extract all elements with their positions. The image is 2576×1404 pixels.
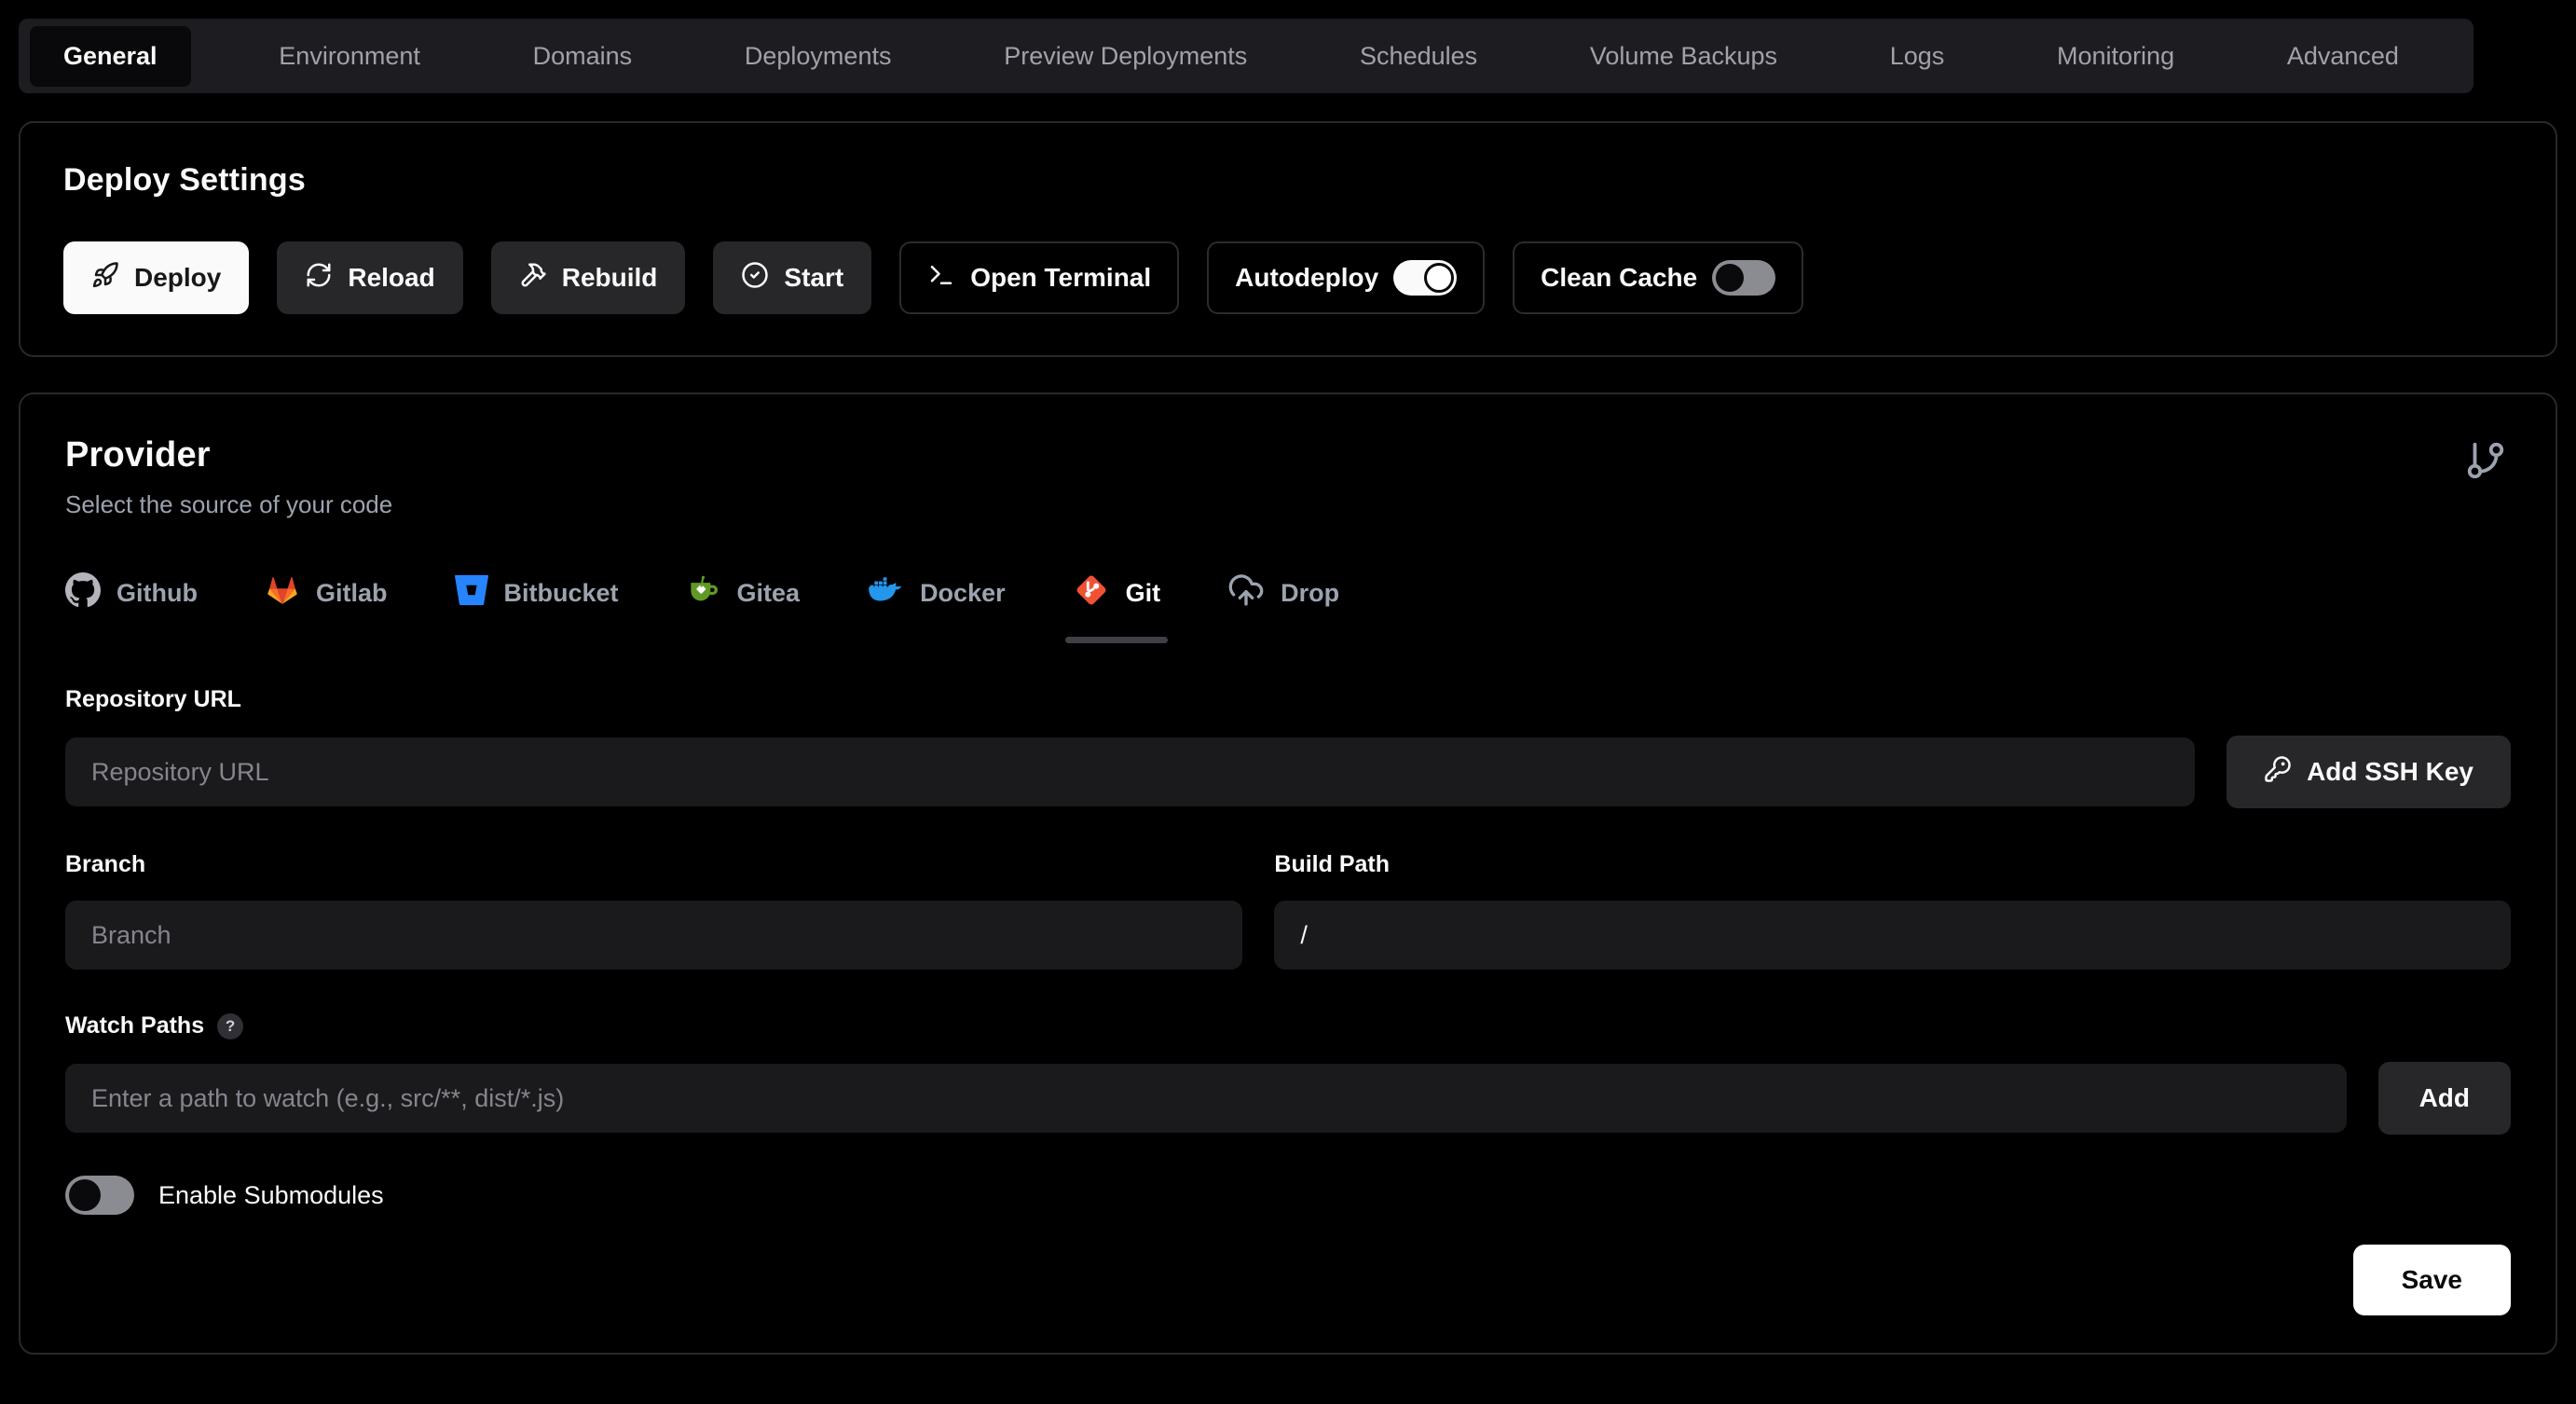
enable-submodules-label: Enable Submodules: [158, 1181, 384, 1210]
provider-title: Provider: [65, 435, 2511, 475]
gitlab-icon: [265, 572, 300, 614]
key-icon: [2264, 755, 2292, 790]
deploy-button[interactable]: Deploy: [63, 241, 249, 314]
open-terminal-label: Open Terminal: [970, 263, 1151, 293]
tab-monitoring[interactable]: Monitoring: [2033, 27, 2199, 86]
hammer-icon: [519, 261, 547, 296]
tab-advanced[interactable]: Advanced: [2263, 27, 2423, 86]
rebuild-button[interactable]: Rebuild: [491, 241, 686, 314]
clean-cache-toggle[interactable]: [1712, 260, 1775, 296]
rebuild-button-label: Rebuild: [562, 263, 658, 293]
tab-preview-deployments[interactable]: Preview Deployments: [980, 27, 1271, 86]
build-path-label: Build Path: [1274, 851, 2511, 878]
provider-tab-label: Github: [116, 579, 198, 608]
gitea-icon: [686, 572, 721, 614]
deploy-actions-row: Deploy Reload Rebuild Start Open Termina…: [63, 241, 2513, 314]
reload-button[interactable]: Reload: [277, 241, 462, 314]
add-ssh-key-button[interactable]: Add SSH Key: [2227, 736, 2511, 808]
tab-domains[interactable]: Domains: [509, 27, 657, 86]
watch-path-input[interactable]: [65, 1064, 2347, 1133]
provider-tab-label: Gitlab: [316, 579, 388, 608]
branch-input[interactable]: [65, 901, 1242, 970]
deploy-settings-title: Deploy Settings: [63, 162, 2513, 199]
autodeploy-control: Autodeploy: [1207, 241, 1485, 314]
provider-subtitle: Select the source of your code: [65, 490, 2511, 519]
tab-general[interactable]: General: [30, 26, 191, 87]
open-terminal-button[interactable]: Open Terminal: [899, 241, 1179, 314]
repository-url-label: Repository URL: [65, 686, 2511, 713]
git-branch-icon: [2464, 439, 2507, 487]
refresh-icon: [305, 261, 333, 296]
provider-tab-github[interactable]: Github: [65, 572, 198, 614]
page-root: General Environment Domains Deployments …: [0, 0, 2576, 1404]
docker-icon: [867, 571, 904, 615]
enable-submodules-toggle[interactable]: [65, 1176, 134, 1215]
tab-volume-backups[interactable]: Volume Backups: [1566, 27, 1802, 86]
branch-field: Branch: [65, 851, 1242, 970]
bitbucket-icon: [455, 573, 488, 613]
provider-tab-label: Bitbucket: [504, 579, 619, 608]
autodeploy-toggle[interactable]: [1393, 260, 1457, 296]
toggle-thumb: [1716, 264, 1744, 292]
save-button-label: Save: [2402, 1265, 2462, 1295]
settings-tab-bar: General Environment Domains Deployments …: [19, 19, 2473, 93]
build-path-input[interactable]: [1274, 901, 2511, 970]
provider-tab-label: Docker: [920, 579, 1006, 608]
tab-schedules[interactable]: Schedules: [1336, 27, 1501, 86]
deploy-settings-card: Deploy Settings Deploy Reload Rebuild St…: [19, 121, 2557, 357]
toggle-thumb: [69, 1179, 101, 1211]
circle-check-icon: [741, 261, 769, 296]
clean-cache-label: Clean Cache: [1541, 263, 1697, 293]
toggle-thumb: [1424, 263, 1454, 293]
provider-tab-gitlab[interactable]: Gitlab: [265, 572, 388, 614]
watch-paths-label: Watch Paths ?: [65, 1012, 2511, 1039]
clean-cache-control: Clean Cache: [1513, 241, 1803, 314]
provider-tab-label: Git: [1126, 579, 1161, 608]
reload-button-label: Reload: [348, 263, 434, 293]
enable-submodules-control: Enable Submodules: [65, 1176, 2511, 1215]
provider-tab-git[interactable]: Git: [1073, 571, 1161, 615]
provider-tab-bitbucket[interactable]: Bitbucket: [455, 573, 619, 613]
add-watch-path-button[interactable]: Add: [2378, 1062, 2511, 1135]
start-button[interactable]: Start: [713, 241, 871, 314]
rocket-icon: [91, 261, 119, 296]
add-watch-path-label: Add: [2419, 1083, 2470, 1113]
provider-tab-list: Github Gitlab Bitbucket Gitea Docker Git: [65, 571, 2511, 615]
provider-tab-drop[interactable]: Drop: [1227, 571, 1339, 615]
branch-label: Branch: [65, 851, 1242, 878]
terminal-icon: [927, 261, 955, 296]
github-icon: [65, 572, 101, 614]
git-provider-form: Repository URL Add SSH Key Branch Build …: [65, 686, 2511, 1315]
repository-url-input[interactable]: [65, 737, 2195, 806]
tab-logs[interactable]: Logs: [1866, 27, 1969, 86]
provider-tab-gitea[interactable]: Gitea: [686, 572, 801, 614]
provider-tab-docker[interactable]: Docker: [867, 571, 1006, 615]
tab-deployments[interactable]: Deployments: [720, 27, 916, 86]
save-button[interactable]: Save: [2353, 1245, 2511, 1315]
save-row: Save: [65, 1245, 2511, 1315]
add-ssh-key-label: Add SSH Key: [2307, 757, 2473, 787]
autodeploy-label: Autodeploy: [1235, 263, 1378, 293]
help-icon[interactable]: ?: [217, 1013, 243, 1039]
cloud-upload-icon: [1227, 571, 1265, 615]
build-path-field: Build Path: [1274, 851, 2511, 970]
git-logo-icon: [1073, 571, 1110, 615]
start-button-label: Start: [784, 263, 843, 293]
provider-card: Provider Select the source of your code …: [19, 392, 2557, 1355]
tab-environment[interactable]: Environment: [254, 27, 445, 86]
provider-tab-label: Drop: [1281, 579, 1339, 608]
provider-tab-label: Gitea: [737, 579, 801, 608]
deploy-button-label: Deploy: [134, 263, 221, 293]
